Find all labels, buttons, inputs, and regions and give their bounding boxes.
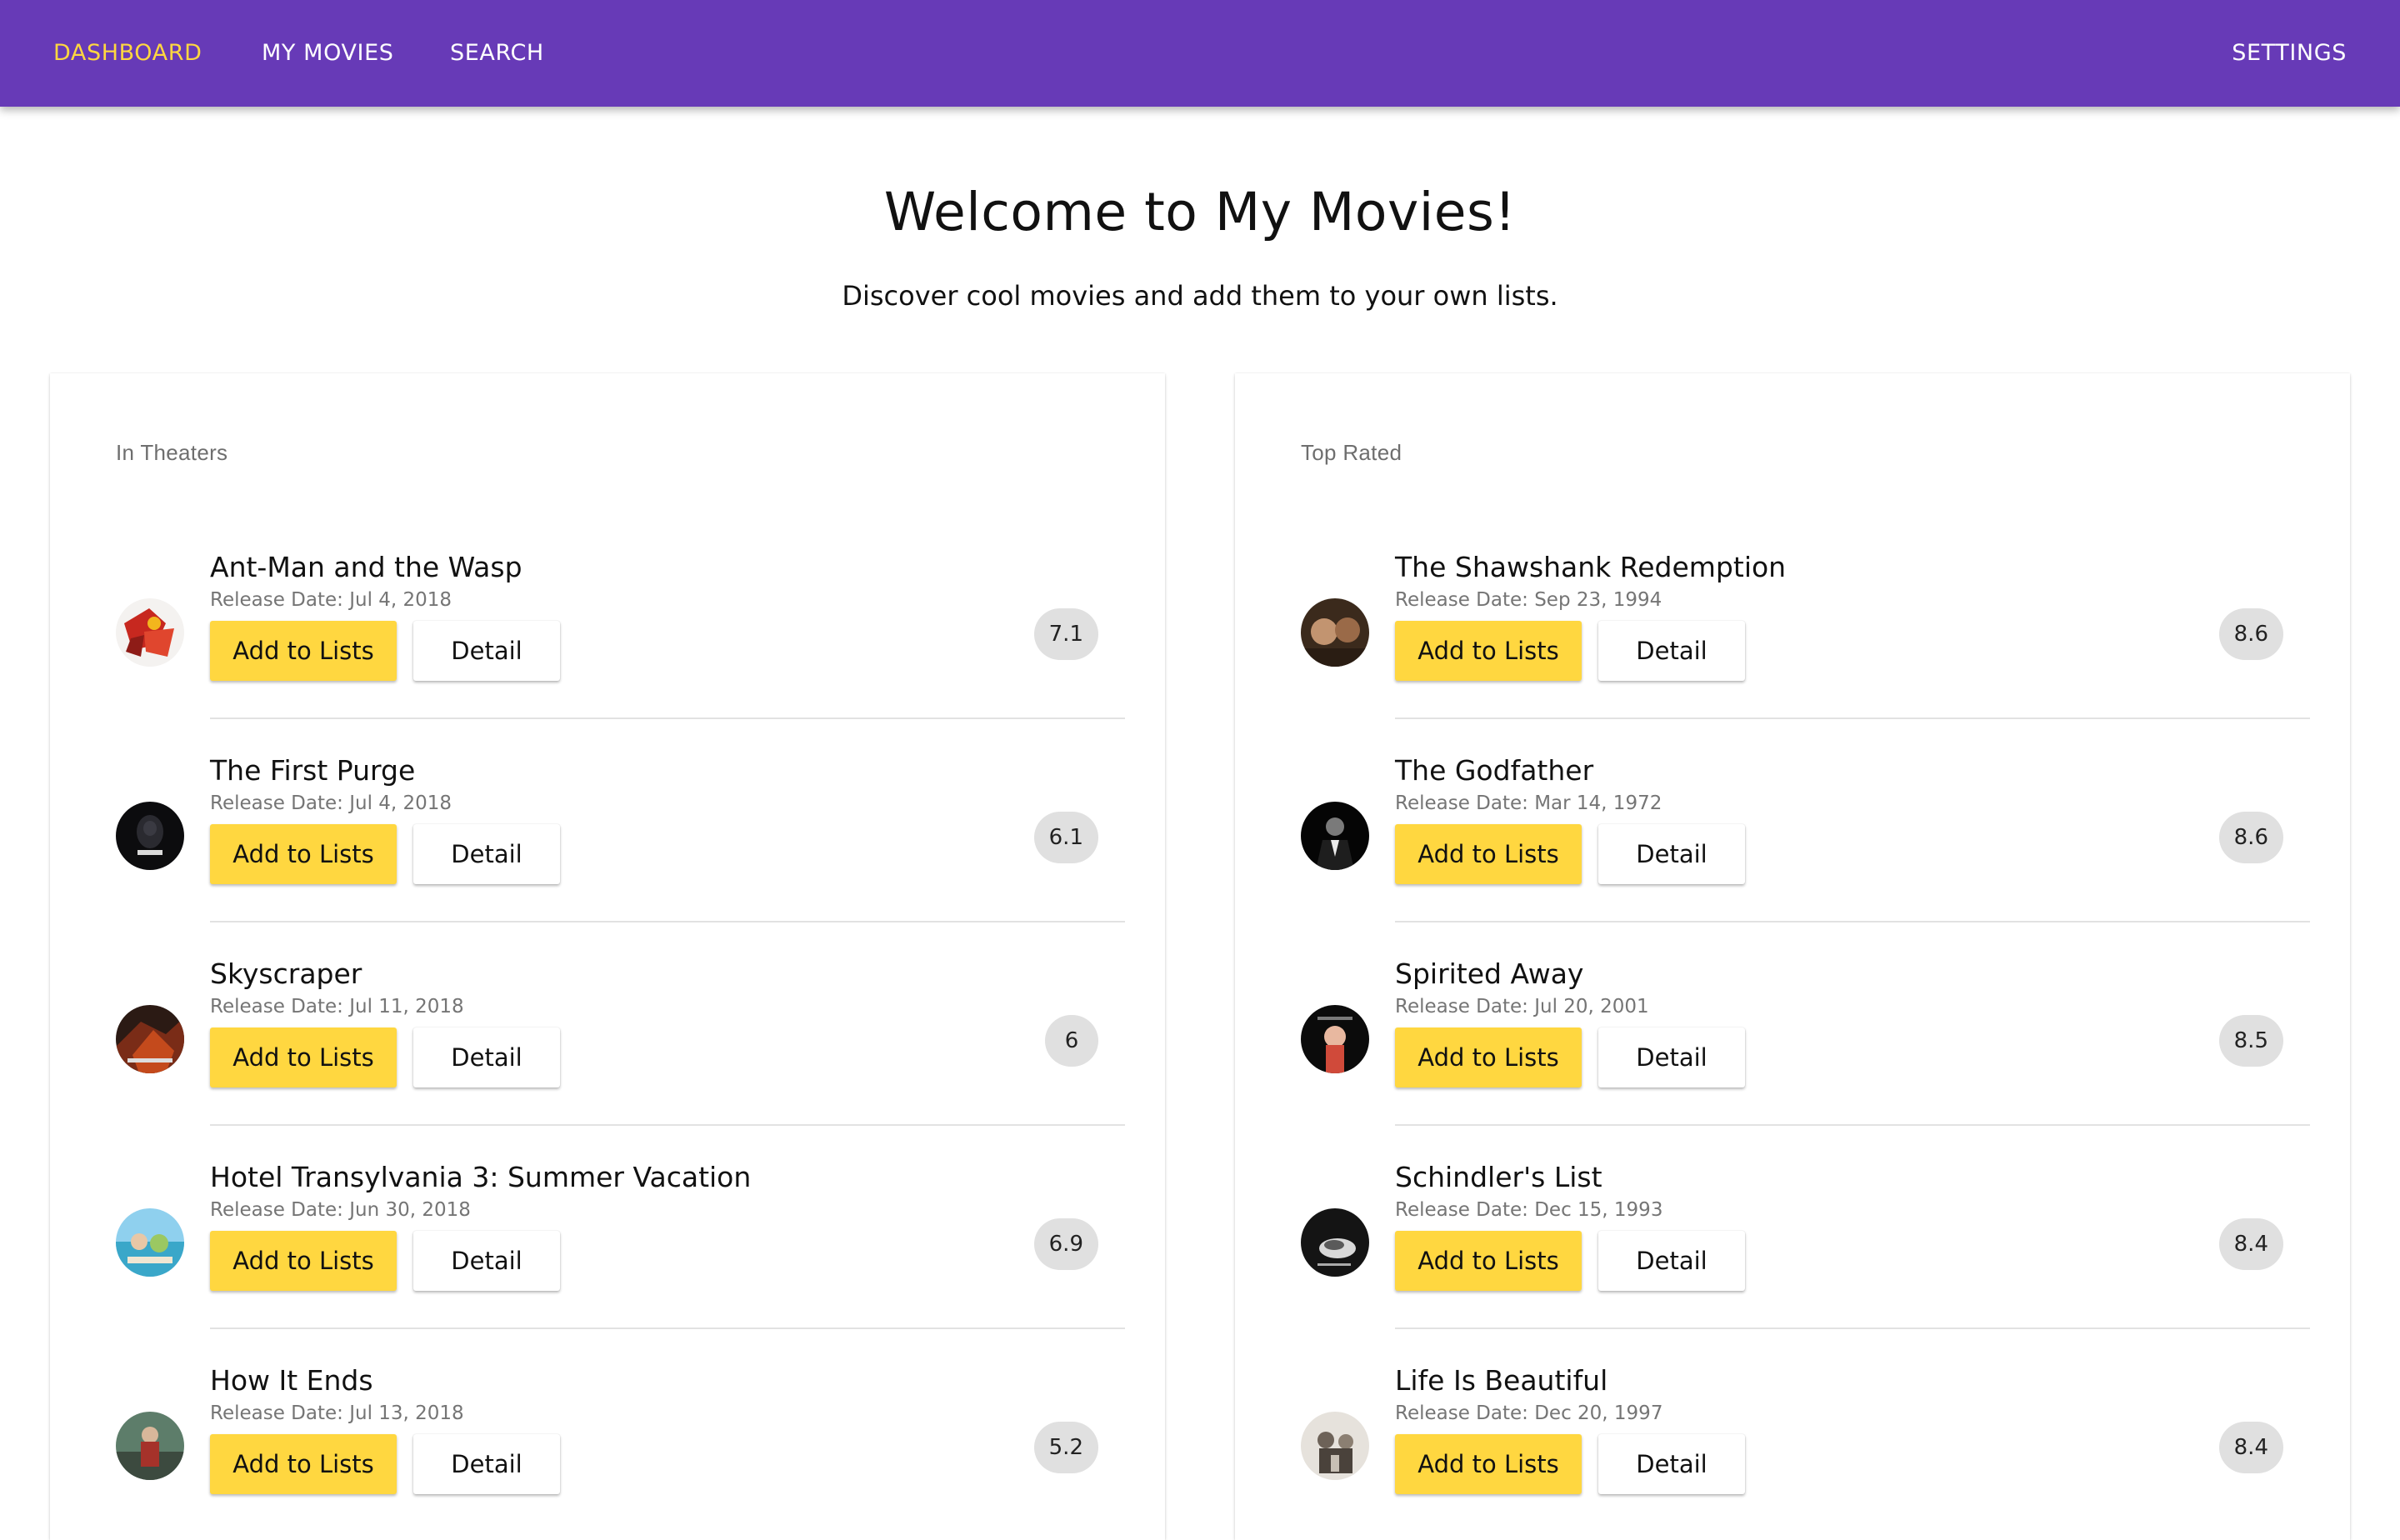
movie-release-date: Release Date: Dec 15, 1993 xyxy=(1395,1199,1663,1221)
nav-search[interactable]: SEARCH xyxy=(450,0,544,107)
top-rated-card: Top Rated The Shawshank Redemption Relea… xyxy=(1235,373,2350,1540)
rating-chip: 6 xyxy=(1045,1015,1098,1067)
movie-list-item: The Shawshank Redemption Release Date: S… xyxy=(1235,514,2350,718)
rating-chip: 8.4 xyxy=(2218,1218,2283,1270)
add-to-lists-button[interactable]: Add to Lists xyxy=(210,1028,397,1088)
rating-chip: 6.1 xyxy=(1033,812,1098,863)
divider xyxy=(210,718,1125,719)
movie-poster-avatar[interactable] xyxy=(116,1208,184,1277)
add-to-lists-button[interactable]: Add to Lists xyxy=(1395,621,1582,681)
rating-chip: 8.6 xyxy=(2218,608,2283,660)
add-to-lists-button[interactable]: Add to Lists xyxy=(1395,824,1582,884)
detail-button[interactable]: Detail xyxy=(1598,1434,1745,1494)
movie-poster-avatar[interactable] xyxy=(116,1005,184,1073)
detail-button[interactable]: Detail xyxy=(1598,1028,1745,1088)
movie-title[interactable]: How It Ends xyxy=(210,1364,373,1397)
movie-poster-avatar[interactable] xyxy=(1301,1208,1369,1277)
rating-chip: 8.4 xyxy=(2218,1422,2283,1473)
rating-chip: 8.5 xyxy=(2218,1015,2283,1067)
movie-list-item: How It Ends Release Date: Jul 13, 2018 A… xyxy=(50,1328,1165,1531)
movie-list-item: Schindler's List Release Date: Dec 15, 1… xyxy=(1235,1124,2350,1328)
add-to-lists-button[interactable]: Add to Lists xyxy=(1395,1028,1582,1088)
divider xyxy=(1395,718,2310,719)
movie-poster-avatar[interactable] xyxy=(116,598,184,667)
rating-chip: 8.6 xyxy=(2218,812,2283,863)
nav-dashboard[interactable]: DASHBOARD xyxy=(53,0,202,107)
card-heading: In Theaters xyxy=(116,440,228,465)
movie-poster-avatar[interactable] xyxy=(1301,802,1369,870)
movie-title[interactable]: Ant-Man and the Wasp xyxy=(210,551,522,583)
movie-poster-avatar[interactable] xyxy=(116,1412,184,1480)
divider xyxy=(1395,921,2310,922)
movie-release-date: Release Date: Mar 14, 1972 xyxy=(1395,792,1662,814)
movie-title[interactable]: The Shawshank Redemption xyxy=(1395,551,1786,583)
detail-button[interactable]: Detail xyxy=(413,621,560,681)
divider xyxy=(210,1328,1125,1329)
in-theaters-card: In Theaters Ant-Man and the Wasp Release… xyxy=(50,373,1165,1540)
movie-list-item: Hotel Transylvania 3: Summer Vacation Re… xyxy=(50,1124,1165,1328)
movie-poster-avatar[interactable] xyxy=(116,802,184,870)
add-to-lists-button[interactable]: Add to Lists xyxy=(210,824,397,884)
add-to-lists-button[interactable]: Add to Lists xyxy=(210,1231,397,1291)
add-to-lists-button[interactable]: Add to Lists xyxy=(210,1434,397,1494)
page-title: Welcome to My Movies! xyxy=(883,182,1517,242)
movie-list-item: Life Is Beautiful Release Date: Dec 20, … xyxy=(1235,1328,2350,1531)
movie-title[interactable]: Skyscraper xyxy=(210,958,362,990)
movie-title[interactable]: Schindler's List xyxy=(1395,1161,1602,1193)
movie-list-item: The First Purge Release Date: Jul 4, 201… xyxy=(50,718,1165,921)
rating-chip: 5.2 xyxy=(1033,1422,1098,1473)
movie-title[interactable]: Hotel Transylvania 3: Summer Vacation xyxy=(210,1161,751,1193)
movie-release-date: Release Date: Jun 30, 2018 xyxy=(210,1199,471,1221)
page-subtitle: Discover cool movies and add them to you… xyxy=(842,280,1558,312)
nav-settings[interactable]: SETTINGS xyxy=(2232,0,2347,107)
divider xyxy=(210,921,1125,922)
movie-release-date: Release Date: Jul 20, 2001 xyxy=(1395,996,1649,1018)
movie-title[interactable]: Spirited Away xyxy=(1395,958,1583,990)
movie-poster-avatar[interactable] xyxy=(1301,1005,1369,1073)
movie-poster-avatar[interactable] xyxy=(1301,1412,1369,1480)
movie-release-date: Release Date: Sep 23, 1994 xyxy=(1395,589,1662,611)
movie-list-item: Ant-Man and the Wasp Release Date: Jul 4… xyxy=(50,514,1165,718)
movie-release-date: Release Date: Jul 4, 2018 xyxy=(210,792,452,814)
movie-list-item: Skyscraper Release Date: Jul 11, 2018 Ad… xyxy=(50,921,1165,1124)
detail-button[interactable]: Detail xyxy=(1598,824,1745,884)
rating-chip: 7.1 xyxy=(1033,608,1098,660)
detail-button[interactable]: Detail xyxy=(413,1434,560,1494)
movie-release-date: Release Date: Jul 4, 2018 xyxy=(210,589,452,611)
movie-title[interactable]: The Godfather xyxy=(1395,754,1593,787)
movie-list-item: The Godfather Release Date: Mar 14, 1972… xyxy=(1235,718,2350,921)
detail-button[interactable]: Detail xyxy=(1598,621,1745,681)
detail-button[interactable]: Detail xyxy=(413,824,560,884)
top-app-bar: DASHBOARD MY MOVIES SEARCH SETTINGS xyxy=(0,0,2400,107)
movie-title[interactable]: Life Is Beautiful xyxy=(1395,1364,1608,1397)
add-to-lists-button[interactable]: Add to Lists xyxy=(210,621,397,681)
add-to-lists-button[interactable]: Add to Lists xyxy=(1395,1231,1582,1291)
divider xyxy=(210,1124,1125,1126)
detail-button[interactable]: Detail xyxy=(1598,1231,1745,1291)
divider xyxy=(1395,1124,2310,1126)
rating-chip: 6.9 xyxy=(1033,1218,1098,1270)
divider xyxy=(1395,1328,2310,1329)
add-to-lists-button[interactable]: Add to Lists xyxy=(1395,1434,1582,1494)
nav-my-movies[interactable]: MY MOVIES xyxy=(262,0,393,107)
card-heading: Top Rated xyxy=(1301,440,1402,465)
movie-release-date: Release Date: Dec 20, 1997 xyxy=(1395,1402,1663,1424)
detail-button[interactable]: Detail xyxy=(413,1231,560,1291)
movie-poster-avatar[interactable] xyxy=(1301,598,1369,667)
detail-button[interactable]: Detail xyxy=(413,1028,560,1088)
movie-release-date: Release Date: Jul 13, 2018 xyxy=(210,1402,464,1424)
movie-release-date: Release Date: Jul 11, 2018 xyxy=(210,996,464,1018)
movie-title[interactable]: The First Purge xyxy=(210,754,415,787)
movie-list-item: Spirited Away Release Date: Jul 20, 2001… xyxy=(1235,921,2350,1124)
